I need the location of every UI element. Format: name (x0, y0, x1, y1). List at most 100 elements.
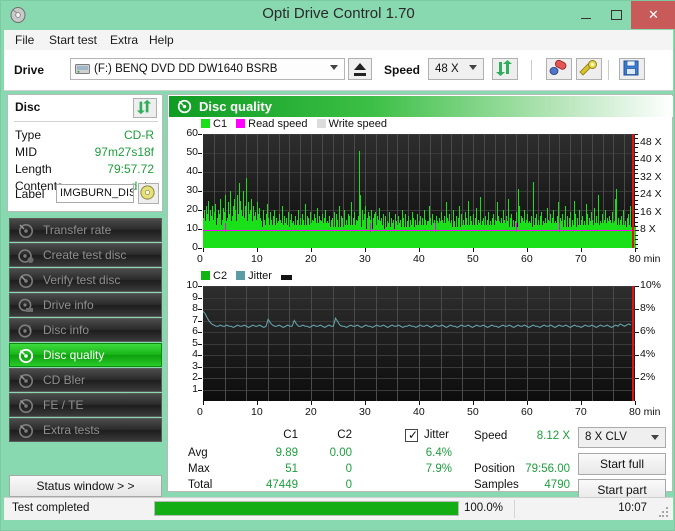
c1-y2minor (635, 239, 638, 241)
c1-y2minor (635, 212, 638, 214)
drive-select[interactable]: (F:) BENQ DVD DD DW1640 BSRB (70, 58, 345, 80)
sidebar-item-drive-info[interactable]: Drive info (9, 293, 162, 317)
write-mode-select[interactable]: 8 X CLV (578, 427, 666, 448)
c2-xtick: 10 (251, 406, 263, 418)
sidebar-item-verify-test-disc[interactable]: Verify test disc (9, 268, 162, 292)
end-of-disc-line (632, 286, 634, 401)
c1-xtick-mark (257, 248, 258, 252)
menu-item-extra[interactable]: Extra (105, 33, 143, 47)
results-avg-c2: 0.00 (329, 447, 352, 459)
sidebar-item-fe-te[interactable]: FE / TE (9, 393, 162, 417)
sidebar-item-label: Drive info (43, 298, 94, 312)
c1-y2tick: 32 X (640, 170, 662, 183)
status-bar: Test completed 100.0% 10:07 (4, 497, 673, 520)
results-row-label-max: Max (188, 463, 210, 475)
results-avg-c1: 9.89 (275, 447, 298, 459)
speed-result-value: 8.12 X (536, 430, 570, 442)
c1-y2minor (635, 226, 638, 228)
sidebar-item-create-test-disc[interactable]: Create test disc (9, 243, 162, 267)
c1-y2minor (635, 177, 638, 179)
jitter-checkbox[interactable]: ✓ (405, 428, 418, 442)
c1-y2minor (635, 147, 638, 149)
menu-item-start-test[interactable]: Start test (44, 33, 102, 47)
c2-xtick-mark (527, 401, 528, 405)
drive-label: Drive (14, 63, 45, 77)
minimize-icon (581, 18, 591, 19)
c1-xtick: 20 (305, 253, 317, 265)
maximize-button[interactable] (601, 1, 631, 29)
c2-ytick: 4 (192, 348, 198, 360)
legend-label-jitter: Jitter (248, 270, 272, 282)
c1-ytick: 10 (186, 222, 198, 234)
sidebar-item-transfer-rate[interactable]: Transfer rate (9, 218, 162, 242)
disc-row-value-type: CD-R (124, 128, 154, 142)
c1-y2minor (635, 234, 638, 236)
minimize-button[interactable] (571, 1, 601, 29)
c2-ytick: 2 (192, 371, 198, 383)
eject-button[interactable] (348, 58, 372, 80)
disc-panel-title: Disc (15, 100, 41, 114)
sidebar-item-label: Disc quality (43, 348, 105, 362)
tools-button[interactable] (576, 58, 602, 80)
read-speed-dip (224, 223, 226, 233)
c1-y2minor (635, 164, 638, 166)
disc-label-input[interactable]: IMGBURN_DIS (56, 184, 134, 203)
c1-y2tick: 48 X (640, 135, 662, 148)
c1-y2tick: 8 X (640, 223, 656, 236)
start-full-button[interactable]: Start full (578, 453, 666, 475)
sidebar-item-disc-info[interactable]: i Disc info (9, 318, 162, 342)
disc-refresh-button[interactable] (133, 98, 157, 118)
resize-grip[interactable] (659, 507, 669, 517)
c2-y2tick-mark (635, 355, 639, 356)
disc-label-button[interactable] (138, 183, 159, 204)
c2-ytick-mark (198, 297, 202, 299)
legend-swatch-jitter (236, 271, 246, 280)
legend-label-read-speed: Read speed (248, 118, 308, 130)
disc-row-label-type: Type (15, 128, 42, 142)
menu-item-help[interactable]: Help (144, 33, 179, 47)
left-panel: Disc Type CD-R MID 97m27s18f Length 79:5… (7, 94, 163, 497)
sidebar-item-cd-bler[interactable]: CD Bler (9, 368, 162, 392)
c1-y2minor (635, 191, 638, 192)
sidebar-item-disc-quality[interactable]: Disc quality (9, 343, 162, 367)
sidebar-item-extra-tests[interactable]: Extra tests (9, 418, 162, 442)
c1-y2minor (635, 134, 638, 135)
c1-xtick: 30 (359, 253, 371, 265)
speed-label: Speed (384, 63, 421, 77)
menu-item-file[interactable]: File (10, 33, 39, 47)
samples-value: 4790 (544, 479, 570, 491)
c2-y2tick-mark (635, 332, 639, 333)
speed-value: 48 X (435, 63, 459, 75)
c2-ytick: 8 (192, 302, 198, 314)
save-button[interactable] (619, 58, 645, 80)
disc-row-value-mid: 97m27s18f (94, 145, 154, 159)
c2-ytick: 6 (192, 325, 198, 337)
results-max-jitter: 7.9% (425, 463, 452, 475)
c1-y2minor (635, 195, 638, 197)
c2-ytick: 5 (192, 336, 198, 349)
refresh-button[interactable] (492, 58, 518, 80)
c2-xtick-mark (257, 401, 258, 405)
status-window-button[interactable]: Status window > > (9, 475, 162, 497)
close-icon: ✕ (648, 7, 659, 22)
end-of-disc-line (632, 134, 634, 248)
c2-xtick: 80 min (629, 406, 661, 418)
progress-bar (154, 501, 459, 516)
results-col-c1: C1 (283, 429, 298, 441)
c1-y2minor (635, 208, 638, 210)
c1-xtick-mark (311, 248, 312, 252)
c2-ytick: 7 (192, 313, 198, 326)
c2-xtick: 30 (359, 406, 371, 418)
sidebar-item-label: Disc info (43, 323, 90, 337)
c2-ytick-mark (198, 355, 202, 356)
close-button[interactable]: ✕ (631, 1, 675, 29)
svg-text:i: i (29, 324, 31, 333)
erase-button[interactable] (546, 58, 572, 80)
speed-select[interactable]: 48 X (428, 58, 484, 80)
menu-bar: File Start test Extra Help (4, 30, 673, 51)
c1-chart: C1 Read speed Write speed 0 10 20 30 40 50 60 8… (168, 118, 674, 270)
sidebar-item-label: FE / TE (43, 398, 84, 412)
c2-ytick-mark (198, 366, 202, 368)
c1-ytick-mark (198, 172, 202, 173)
legend-swatch-read-speed (236, 119, 246, 128)
